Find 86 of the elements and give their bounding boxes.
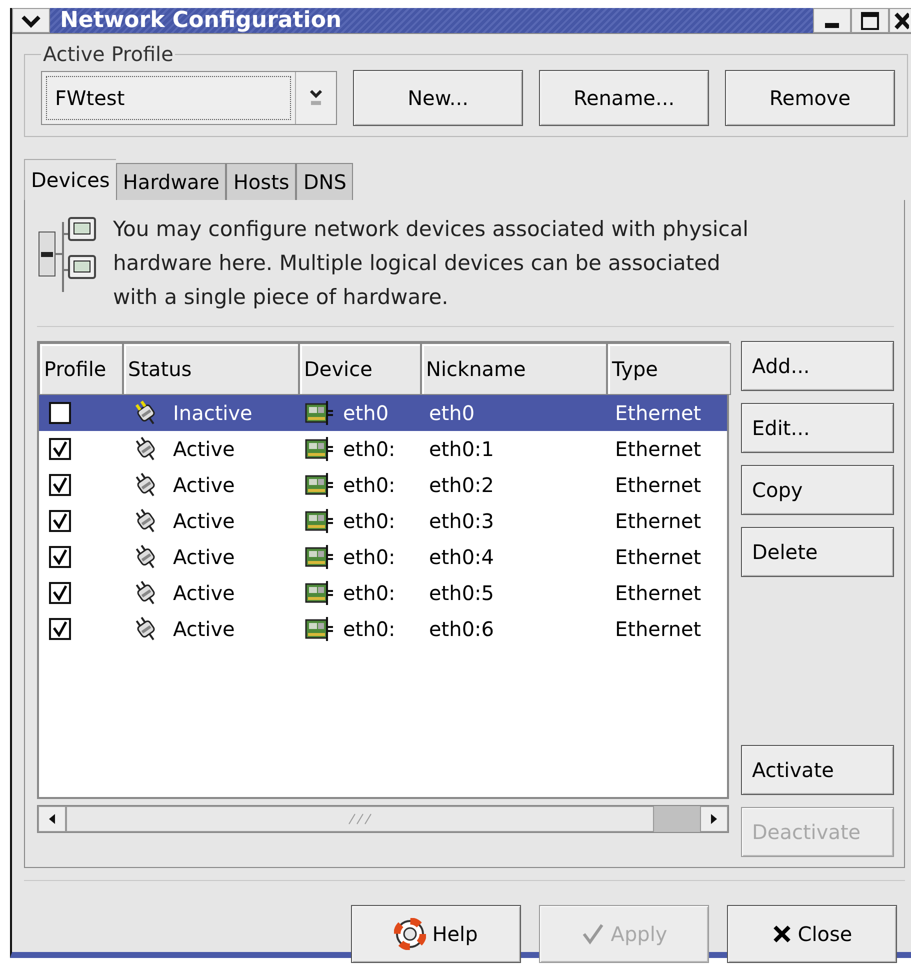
left-arrow-icon	[47, 813, 57, 825]
tab[interactable]: Devices	[24, 159, 116, 200]
table-row[interactable]: Active eth0: eth0:6 Ethernet	[39, 611, 727, 647]
network-card-icon	[305, 616, 335, 642]
table-cell: Ethernet	[615, 401, 702, 425]
tab[interactable]: Hosts	[226, 163, 296, 200]
window-title: Network Configuration	[50, 8, 813, 33]
checkbox[interactable]	[49, 402, 71, 424]
table-row[interactable]: Active eth0: eth0:2 Ethernet	[39, 467, 727, 503]
checkbox[interactable]	[49, 510, 71, 532]
side-button[interactable]: Add...	[741, 341, 894, 391]
checkbox[interactable]	[49, 618, 71, 640]
horizontal-scrollbar[interactable]	[37, 805, 729, 833]
profile-button[interactable]: Remove	[725, 70, 895, 126]
network-card-icon	[305, 400, 335, 426]
side-button[interactable]: Copy	[741, 465, 894, 515]
table-cell: Ethernet	[615, 617, 702, 641]
table-cell: Ethernet	[615, 509, 702, 533]
table-cell: eth0:5	[429, 581, 494, 605]
table-row[interactable]: Active eth0: eth0:5 Ethernet	[39, 575, 727, 611]
minimize-icon	[825, 23, 839, 28]
column-header[interactable]: Profile	[39, 343, 123, 395]
table-cell: eth0:3	[429, 509, 494, 533]
table-cell: Active	[173, 437, 235, 461]
checkbox[interactable]	[49, 438, 71, 460]
group-label: Active Profile	[42, 42, 174, 66]
table-cell: Ethernet	[615, 437, 702, 461]
checkbox[interactable]	[49, 474, 71, 496]
column-header[interactable]: Device	[299, 343, 421, 395]
table-cell: eth0:	[343, 581, 396, 605]
table-row[interactable]: Active eth0: eth0:1 Ethernet	[39, 431, 727, 467]
window-menu-button[interactable]	[12, 8, 50, 33]
table-cell: Ethernet	[615, 581, 702, 605]
column-header[interactable]: Nickname	[421, 343, 607, 395]
tab[interactable]: Hardware	[116, 163, 226, 200]
table-cell: eth0	[343, 401, 389, 425]
table-cell: Active	[173, 617, 235, 641]
table-cell: eth0:6	[429, 617, 494, 641]
life-buoy-icon	[394, 918, 426, 950]
maximize-icon	[860, 10, 880, 30]
table-row[interactable]: Active eth0: eth0:4 Ethernet	[39, 539, 727, 575]
dialog-button[interactable]: Help	[351, 905, 521, 963]
table-cell: eth0:	[343, 617, 396, 641]
table-row[interactable]: Inactive eth0 eth0 Ethernet	[39, 395, 727, 431]
close-icon	[772, 924, 792, 944]
checkbox[interactable]	[49, 546, 71, 568]
profile-button[interactable]: New...	[353, 70, 523, 126]
table-cell: eth0:1	[429, 437, 494, 461]
close-icon	[892, 10, 908, 30]
network-card-icon	[305, 508, 335, 534]
right-arrow-icon	[709, 813, 719, 825]
table-cell: Ethernet	[615, 545, 702, 569]
network-card-icon	[305, 580, 335, 606]
side-button[interactable]: Delete	[741, 527, 894, 577]
table-cell: eth0	[429, 401, 475, 425]
network-card-icon	[305, 436, 335, 462]
tab[interactable]: DNS	[296, 163, 354, 200]
dialog-button[interactable]: Close	[727, 905, 897, 963]
minimize-button[interactable]	[813, 8, 851, 33]
table-cell: Inactive	[173, 401, 252, 425]
table-cell: Active	[173, 473, 235, 497]
table-cell: Ethernet	[615, 473, 702, 497]
close-button[interactable]	[889, 8, 911, 33]
table-cell: Active	[173, 545, 235, 569]
checkbox[interactable]	[49, 582, 71, 604]
table-cell: eth0:	[343, 437, 396, 461]
profile-dropdown[interactable]: FWtest	[41, 71, 337, 125]
maximize-button[interactable]	[851, 8, 889, 33]
check-icon	[580, 922, 605, 946]
side-button[interactable]: Edit...	[741, 403, 894, 453]
table-row[interactable]: Active eth0: eth0:3 Ethernet	[39, 503, 727, 539]
column-header[interactable]: Type	[607, 343, 731, 395]
table-cell: eth0:4	[429, 545, 494, 569]
table-cell: Active	[173, 581, 235, 605]
network-card-icon	[305, 544, 335, 570]
table-cell: eth0:	[343, 509, 396, 533]
table-cell: eth0:2	[429, 473, 494, 497]
table-cell: eth0:	[343, 473, 396, 497]
side-button[interactable]: Activate	[741, 745, 894, 795]
table-cell: Active	[173, 509, 235, 533]
profile-button[interactable]: Rename...	[539, 70, 709, 126]
description-text: You may configure network devices associated with physical hardware here. Multiple logical devices can be associated with a single piece of hardware.	[113, 216, 750, 311]
column-header[interactable]: Status	[123, 343, 299, 395]
network-card-icon	[305, 472, 335, 498]
table-cell: eth0:	[343, 545, 396, 569]
chevron-down-icon	[20, 14, 42, 28]
